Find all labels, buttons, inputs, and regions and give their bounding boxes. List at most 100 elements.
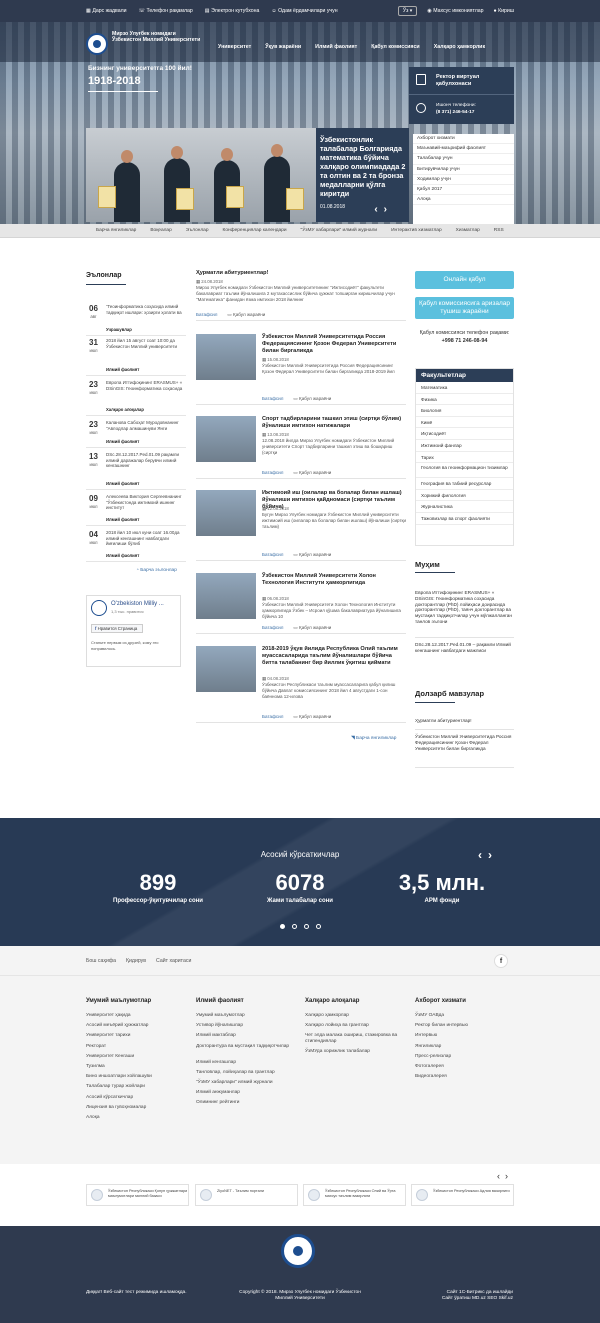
nav-university[interactable]: Университет <box>218 44 251 50</box>
faculty-link[interactable]: Геология ва геоинформацион тизимлар <box>416 463 513 479</box>
footer-link[interactable]: Ректор билан интервью <box>415 1023 520 1033</box>
page-avatar[interactable] <box>91 600 107 616</box>
event-text[interactable]: "Геоинформатика соҳасида илмий тадқиқот … <box>106 304 184 315</box>
news-title[interactable]: Ўзбекистон Миллий Университети Холон Тех… <box>262 573 406 587</box>
quick-link[interactable]: Битирувчилар учун <box>413 165 514 175</box>
read-more-link[interactable]: Батафсил <box>262 625 283 631</box>
accessibility-link[interactable]: ◉ Махсус имкониятлар <box>427 8 483 14</box>
library-link[interactable]: ▤ Электрон кутубхона <box>205 8 260 14</box>
read-more-link[interactable]: Батафсил <box>262 470 283 476</box>
online-admission-button[interactable]: Онлайн қабул <box>415 271 514 289</box>
footer-link[interactable]: Университет Кенгаши <box>86 1054 191 1064</box>
footer-link[interactable]: Университет тарихи <box>86 1033 191 1043</box>
footer-link[interactable]: Университет ҳақида <box>86 1013 191 1023</box>
news-category[interactable]: ▭ Қабул жараёни <box>293 625 331 631</box>
news-category[interactable]: ▭ Қабул жараёни <box>293 714 331 720</box>
footer-link[interactable]: Устивор йўналишлар <box>196 1023 301 1033</box>
event-item[interactable]: 13 июл DSc.28.12.2017.Ped.01.09 рақамли ил… <box>86 452 186 490</box>
home-link[interactable]: Бош саҳифа <box>86 958 116 964</box>
nav-international[interactable]: Халқаро ҳамкорлик <box>434 44 485 50</box>
faculty-link[interactable]: Хорижий филология <box>416 490 513 502</box>
topical-item[interactable]: Ўзбекистон Миллий Университетида Россия … <box>415 734 514 751</box>
faculty-link[interactable]: Тажовизлар ва спорт фаолияти <box>416 513 513 525</box>
prev-arrow-icon[interactable]: ‹ <box>374 204 383 215</box>
footer-link[interactable]: Чет элда малака ошириш, стажировка ва ст… <box>305 1033 410 1049</box>
section-link[interactable]: Эълонлар <box>186 228 209 233</box>
event-text[interactable]: Европа Иттифоқининг ERASMUS+ « DSinGIS: … <box>106 380 184 391</box>
event-text[interactable]: Каланова Сабоҳат Муродовнанинг "Авлодлар… <box>106 420 184 431</box>
quick-link[interactable]: Ходимлар учун <box>413 175 514 185</box>
event-text[interactable]: DSc.28.12.2017.Ped.01.09 рақамли илмий д… <box>106 452 184 469</box>
fb-like-button[interactable]: f Нравится Страница <box>91 624 143 633</box>
quick-link[interactable]: Алоқа <box>413 195 514 206</box>
footer-link[interactable]: Видеогалерея <box>415 1074 520 1084</box>
footer-link[interactable]: Лицензия ва гувоҳномалар <box>86 1105 191 1115</box>
section-link[interactable]: "ЎзМУ хабарлари" илмий журнали <box>301 228 378 233</box>
news-thumbnail[interactable] <box>196 334 256 380</box>
timetable-link[interactable]: ▦ Дарс жадвали <box>86 8 127 14</box>
section-link[interactable]: Интерактив хизматлар <box>391 228 442 233</box>
rss-link[interactable]: RSS <box>494 228 504 233</box>
prev-arrow-icon[interactable]: ‹ <box>478 848 488 862</box>
section-link[interactable]: Барча янгиликлар <box>96 228 136 233</box>
footer-link[interactable]: Тузилма <box>86 1064 191 1074</box>
next-arrow-icon[interactable]: › <box>384 204 393 215</box>
partner-card[interactable]: Ўзбекистон Республикаси Адлия вазирлиги <box>411 1184 514 1206</box>
event-item[interactable]: 23 июл Каланова Сабоҳат Муродовнанинг "Авл… <box>86 420 186 448</box>
news-category[interactable]: ▭ Қабул жараёни <box>293 552 331 558</box>
sitemap-link[interactable]: Сайт харитаси <box>156 958 191 964</box>
news-thumbnail[interactable] <box>196 416 256 462</box>
all-news-link[interactable]: ◥ Барча янгиликлар <box>351 736 396 741</box>
partner-card[interactable]: Ўзбекистон Республикаси Қонун ҳужжатлари… <box>86 1184 189 1206</box>
news-title[interactable]: 2018-2019 ўқув йилида Республика Олий та… <box>262 646 406 667</box>
language-select[interactable]: Ўз ▾ <box>397 6 418 16</box>
next-arrow-icon[interactable]: › <box>488 848 498 862</box>
news-thumbnail[interactable] <box>196 573 256 619</box>
faculty-link[interactable]: Ижтимоий фанлар <box>416 440 513 452</box>
news-category[interactable]: ▭ Қабул жараёни <box>293 396 331 402</box>
footer-link[interactable]: Алоқа <box>86 1115 191 1125</box>
footer-link[interactable]: Илмий кенгашлар <box>196 1060 301 1070</box>
faculty-link[interactable]: География ва табиий ресурслар <box>416 478 513 490</box>
footer-link[interactable]: Умумий маълумотлар <box>196 1013 301 1023</box>
event-item[interactable]: 31 июл 2018 йил 15 август соат 10:00 да Ўз… <box>86 338 186 376</box>
faculty-link[interactable]: Физика <box>416 394 513 406</box>
read-more-link[interactable]: Батафсил <box>196 312 217 318</box>
footer-link[interactable]: Илмий анжуманлар <box>196 1090 301 1100</box>
read-more-link[interactable]: Батафсил <box>262 552 283 558</box>
footer-link[interactable]: Халқаро ҳамкорлар <box>305 1013 410 1023</box>
all-events-link[interactable]: ◔ Барча эълонлар <box>136 568 177 573</box>
section-link[interactable]: Хизматлар <box>456 228 480 233</box>
quick-link[interactable]: Маънавий-маърифий фаолият <box>413 144 514 155</box>
news-title[interactable]: Спорт тадбирларини ташкил этиш (сиртқи б… <box>262 416 406 430</box>
footer-link[interactable]: Ректорат <box>86 1044 191 1054</box>
news-thumbnail[interactable] <box>196 490 256 536</box>
event-item[interactable]: 23 июл Европа Иттифоқининг ERASMUS+ « DSin… <box>86 380 186 416</box>
faculty-link[interactable]: Математика <box>416 382 513 394</box>
footer-link[interactable]: ЎзМУда хорижлик талабалар <box>305 1049 410 1059</box>
footer-link[interactable]: Талабалар турар жойлари <box>86 1084 191 1094</box>
prev-arrow-icon[interactable]: ‹ <box>497 1171 505 1181</box>
nav-science[interactable]: Илмий фаолият <box>315 44 357 50</box>
rector-box[interactable]: Ректор виртуал қабулхонаси Ишонч телефон… <box>409 67 514 124</box>
event-item[interactable]: 06 авг "Геоинформатика соҳасида илмий тадқ… <box>86 304 186 336</box>
next-arrow-icon[interactable]: › <box>505 1171 513 1181</box>
slide-dot[interactable] <box>316 924 321 929</box>
news-category[interactable]: ▭ Қабул жараёни <box>293 470 331 476</box>
footer-link[interactable]: Янгиликлар <box>415 1044 520 1054</box>
footer-link[interactable]: Асосий меъёрий ҳужжатлар <box>86 1023 191 1033</box>
nav-admissions[interactable]: Қабул комиссияси <box>371 44 419 50</box>
slide-dot[interactable] <box>280 924 285 929</box>
footer-link[interactable]: Фотогалерея <box>415 1064 520 1074</box>
section-link[interactable]: Конференциялар календари <box>223 228 287 233</box>
news-title[interactable]: Ҳурматли абитуриентлар! <box>196 270 406 277</box>
footer-link[interactable]: Илмий мактаблар <box>196 1033 301 1043</box>
faculty-link[interactable]: Тарих <box>416 452 513 464</box>
event-item[interactable]: 09 июл Алексеева Виктория Сергеевнанинг "Ў… <box>86 494 186 526</box>
footer-link[interactable]: Танловлар, лойиҳалар ва грантлар <box>196 1070 301 1080</box>
event-item[interactable]: 04 июл 2018 йил 10 июл куни соат 16.00да и… <box>86 530 186 562</box>
footer-link[interactable]: Бино иншоатлари хойлашуви <box>86 1074 191 1084</box>
faculty-link[interactable]: Журналистика <box>416 501 513 513</box>
footer-link[interactable]: Асосий кўрсаткичлар <box>86 1095 191 1105</box>
phones-link[interactable]: ☏ Телефон рақамлар <box>139 8 193 14</box>
